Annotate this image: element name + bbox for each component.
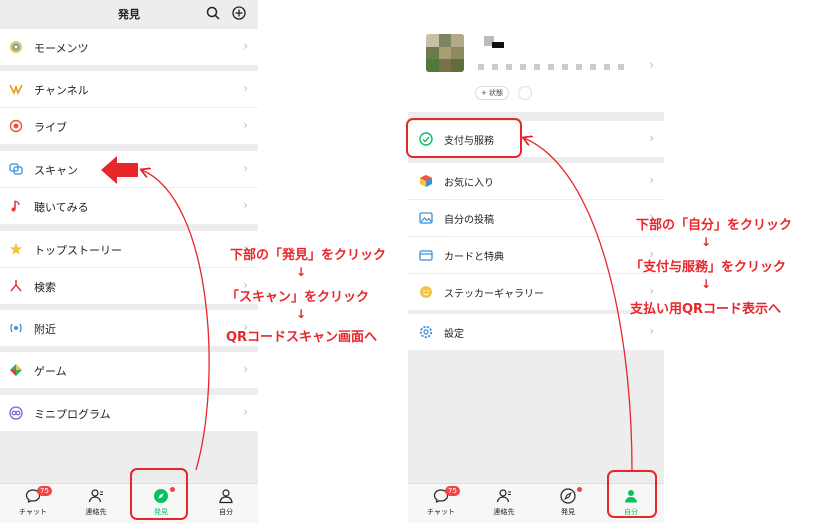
contacts-icon <box>88 489 103 503</box>
new-dot <box>577 487 582 492</box>
discover-screen: 発見 モーメンツ › チャンネル › ライブ › スキャン › 聴いてみる › … <box>0 0 258 523</box>
nearby-icon <box>10 323 22 333</box>
menu-item-my-posts[interactable]: 自分の投稿 › <box>408 200 664 236</box>
channels-icon <box>9 84 23 96</box>
chevron-right-icon: › <box>243 39 248 53</box>
profile-card[interactable]: › + 状態 <box>408 0 664 112</box>
menu-item-channels[interactable]: チャンネル › <box>0 71 258 107</box>
chevron-right-icon: › <box>649 324 654 338</box>
left-step-2: 「スキャン」をクリック <box>226 290 370 305</box>
menu-item-nearby[interactable]: 附近 › <box>0 310 258 346</box>
menu-item-settings[interactable]: 設定 › <box>408 314 664 350</box>
me-tab-highlight <box>607 470 657 518</box>
menu-item-moments[interactable]: モーメンツ › <box>0 29 258 65</box>
chevron-right-icon: › <box>649 58 654 72</box>
left-step-arrow-1: ↓ <box>296 265 307 279</box>
chevron-right-icon: › <box>243 405 248 419</box>
me-icon <box>219 489 233 504</box>
tab-contacts[interactable]: 連絡先 <box>66 484 126 523</box>
wechat-id-masked <box>478 64 628 70</box>
menu-item-live[interactable]: ライブ › <box>0 108 258 144</box>
music-icon <box>11 200 20 212</box>
add-icon[interactable] <box>231 5 247 21</box>
menu-item-scan[interactable]: スキャン › <box>0 151 258 187</box>
left-step-arrow-2: ↓ <box>296 307 307 321</box>
chevron-right-icon: › <box>243 161 248 175</box>
chevron-right-icon: › <box>243 198 248 212</box>
right-step-3: 支払い用QRコード表示へ <box>630 302 782 317</box>
chevron-right-icon: › <box>243 118 248 132</box>
avatar[interactable] <box>426 34 464 72</box>
tab-chats[interactable]: 75 チャット <box>411 484 471 523</box>
discover-tab-highlight <box>130 468 188 520</box>
posts-icon <box>419 212 433 224</box>
tab-discover[interactable]: 発見 <box>538 484 598 523</box>
favorites-icon <box>420 175 432 187</box>
right-step-arrow-2: ↓ <box>701 277 712 291</box>
me-screen: › + 状態 支付与服務 › お気に入り › 自分の投稿 › カードと特典 › … <box>408 0 664 523</box>
menu-item-listen[interactable]: 聴いてみる › <box>0 188 258 224</box>
left-step-3: QRコードスキャン画面へ <box>226 330 378 345</box>
compass-icon <box>560 488 576 504</box>
live-icon <box>9 119 23 133</box>
right-step-arrow-1: ↓ <box>701 235 712 249</box>
top-stories-icon <box>10 243 22 255</box>
sticker-icon <box>420 286 432 298</box>
menu-item-favorites[interactable]: お気に入り › <box>408 163 664 199</box>
menu-item-stickers[interactable]: ステッカーギャラリー › <box>408 274 664 310</box>
name-pixel <box>492 42 504 48</box>
menu-item-games[interactable]: ゲーム › <box>0 352 258 388</box>
games-icon <box>10 364 22 376</box>
tab-bar: 75 チャット 連絡先 発見 自分 <box>0 483 258 523</box>
right-step-1: 下部の「自分」をクリック <box>636 218 793 233</box>
mini-program-icon <box>9 406 23 420</box>
contacts-icon <box>496 489 511 503</box>
tab-contacts[interactable]: 連絡先 <box>474 484 534 523</box>
tab-chats[interactable]: 75 チャット <box>3 484 63 523</box>
cards-icon <box>419 250 433 261</box>
chevron-right-icon: › <box>649 131 654 145</box>
menu-item-mini-programs[interactable]: ミニプログラム › <box>0 395 258 431</box>
menu-item-top-stories[interactable]: トップストーリー › <box>0 231 258 267</box>
chevron-right-icon: › <box>649 173 654 187</box>
chevron-right-icon: › <box>243 81 248 95</box>
discover-header: 発見 <box>0 0 258 28</box>
left-step-1: 下部の「発見」をクリック <box>230 248 387 263</box>
refresh-status-icon[interactable] <box>518 86 532 100</box>
search-icon[interactable] <box>205 5 221 21</box>
scan-icon <box>9 163 23 175</box>
right-step-2: 「支付与服務」をクリック <box>630 260 787 275</box>
add-status-button[interactable]: + 状態 <box>475 86 509 100</box>
settings-icon <box>419 325 433 339</box>
menu-item-cards[interactable]: カードと特典 › <box>408 237 664 273</box>
chevron-right-icon: › <box>243 362 248 376</box>
tab-me[interactable]: 自分 <box>196 484 256 523</box>
moments-icon <box>10 41 22 53</box>
unread-badge: 75 <box>37 486 52 496</box>
menu-item-search[interactable]: 検索 › <box>0 268 258 304</box>
unread-badge: 75 <box>445 486 460 496</box>
search-feature-icon <box>10 280 22 292</box>
chevron-right-icon: › <box>649 284 654 298</box>
pay-services-highlight <box>406 118 522 158</box>
